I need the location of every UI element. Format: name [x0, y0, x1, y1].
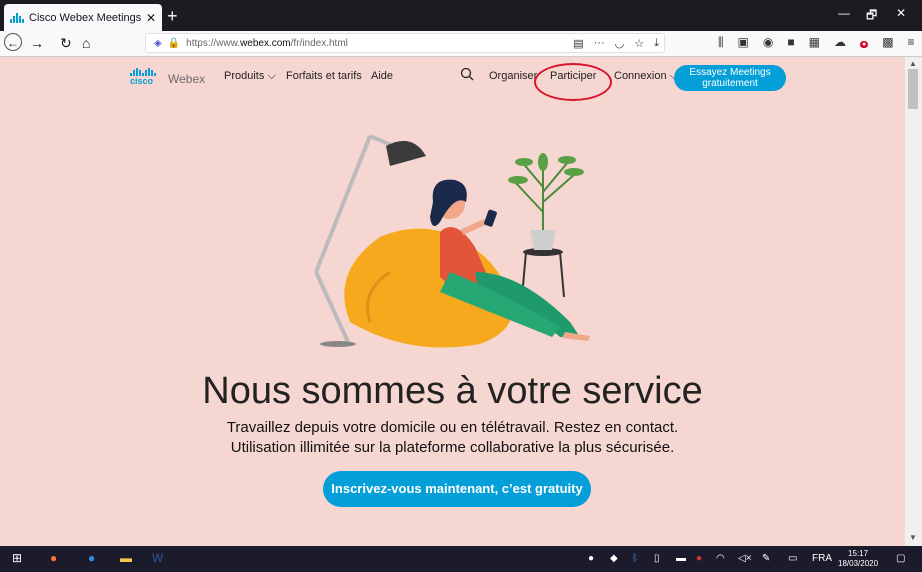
- extension-grid-icon[interactable]: ▦: [809, 35, 820, 50]
- cisco-bars-icon: [130, 68, 156, 76]
- try-meetings-button[interactable]: Essayez Meetings gratuitement: [674, 65, 786, 91]
- extension-cloud-icon[interactable]: ☁: [834, 35, 846, 50]
- adblock-icon[interactable]: ●: [859, 35, 869, 50]
- file-explorer-icon[interactable]: ▬: [120, 551, 132, 565]
- page-headline: Nous sommes à votre service: [202, 370, 703, 412]
- forward-arrow-icon[interactable]: →: [30, 34, 44, 52]
- nav-forfaits[interactable]: Forfaits et tarifs: [286, 70, 362, 82]
- nav-connexion[interactable]: Connexion ⌵: [614, 70, 678, 83]
- search-icon[interactable]: [460, 67, 474, 81]
- woman-reading-illustration: [314, 134, 590, 348]
- keyboard-icon[interactable]: ▭: [788, 553, 797, 564]
- url-domain: webex.com: [240, 37, 291, 49]
- tray-app-icon[interactable]: ●: [588, 553, 594, 564]
- account-icon[interactable]: ◉: [763, 35, 773, 50]
- tray-usb-icon[interactable]: ▯: [654, 553, 660, 564]
- scroll-down-icon[interactable]: ▼: [909, 533, 917, 542]
- pocket-icon[interactable]: ◡: [615, 37, 625, 50]
- bluetooth-icon[interactable]: ᛒ: [632, 553, 638, 564]
- webex-app-icon[interactable]: ●: [88, 551, 95, 565]
- signup-button[interactable]: Inscrivez-vous maintenant, c’est gratuit…: [323, 471, 591, 507]
- notification-icon[interactable]: ▢: [896, 553, 905, 564]
- webex-favicon-icon: [10, 12, 24, 23]
- windows-start-icon[interactable]: ⊞: [12, 551, 22, 565]
- download-icon[interactable]: ⤓: [654, 37, 659, 50]
- clock-time: 15:17: [848, 549, 869, 558]
- tray-battery-icon[interactable]: ▬: [676, 553, 686, 564]
- minimize-button[interactable]: —: [838, 6, 850, 20]
- page-actions-icon[interactable]: ···: [594, 37, 605, 49]
- webex-wordmark: Webex: [168, 72, 206, 86]
- nav-aide[interactable]: Aide: [371, 70, 393, 82]
- new-tab-button[interactable]: +: [167, 6, 178, 27]
- tab-bar: Cisco Webex Meetings | Vidéo ✕ + — 🗗 ✕: [0, 0, 922, 31]
- language-indicator[interactable]: FRA: [812, 553, 832, 564]
- back-arrow-icon[interactable]: ←: [4, 33, 22, 51]
- cisco-webex-logo[interactable]: cisco Webex: [130, 68, 205, 86]
- nav-produits[interactable]: Produits ⌵: [224, 70, 276, 83]
- extension-icon[interactable]: ■: [787, 35, 794, 50]
- scroll-thumb[interactable]: [908, 69, 918, 109]
- tab-close-icon[interactable]: ✕: [146, 11, 156, 25]
- page-scrollbar[interactable]: ▲ ▼: [905, 57, 922, 546]
- url-path: /fr/index.html: [290, 37, 348, 49]
- bookmark-star-icon[interactable]: ☆: [634, 37, 644, 50]
- browser-tab[interactable]: Cisco Webex Meetings | Vidéo ✕: [4, 4, 162, 31]
- tray-security-icon[interactable]: ◆: [610, 553, 618, 564]
- cta-line1: Essayez Meetings: [689, 67, 771, 78]
- close-window-button[interactable]: ✕: [896, 6, 906, 20]
- tab-title: Cisco Webex Meetings | Vidéo: [29, 11, 142, 24]
- word-icon[interactable]: W: [152, 551, 163, 565]
- home-icon[interactable]: ⌂: [82, 34, 90, 52]
- address-bar[interactable]: ◈ 🔒 https://www.webex.com/fr/index.html …: [145, 33, 665, 53]
- subheadline-1: Travaillez depuis votre domicile ou en t…: [226, 419, 679, 436]
- url-text: https://www.webex.com/fr/index.html: [186, 38, 568, 49]
- lock-icon[interactable]: 🔒: [168, 38, 180, 49]
- reader-view-icon[interactable]: ▤: [573, 37, 583, 50]
- volume-icon[interactable]: ◁×: [738, 553, 752, 564]
- pen-icon[interactable]: ✎: [762, 553, 770, 564]
- taskbar-clock[interactable]: 15:17 18/03/2020: [838, 549, 878, 569]
- url-prefix: https://www.: [186, 37, 241, 49]
- windows-taskbar: ⊞ ● ● ▬ W ● ◆ ᛒ ▯ ▬ ● ◠ ◁× ✎ ▭ FRA 15:17…: [0, 546, 922, 572]
- restore-button[interactable]: 🗗: [866, 6, 877, 27]
- wifi-icon[interactable]: ◠: [716, 553, 725, 564]
- annotation-circle: [534, 63, 612, 101]
- tray-antivirus-icon[interactable]: ●: [696, 553, 702, 564]
- reload-icon[interactable]: ↻: [60, 34, 72, 52]
- clock-date: 18/03/2020: [838, 559, 879, 568]
- toolbar-extensions: ⫼ ▣ ◉ ■ ▦ ☁ ● ▩ ≡: [718, 35, 915, 50]
- library-icon[interactable]: ⫼: [718, 35, 724, 50]
- firefox-icon[interactable]: ●: [50, 551, 57, 565]
- site-header: cisco Webex Produits ⌵ Forfaits et tarif…: [0, 57, 905, 101]
- scroll-up-icon[interactable]: ▲: [909, 59, 917, 68]
- menu-icon[interactable]: ≡: [908, 35, 915, 50]
- qr-icon[interactable]: ▩: [882, 35, 893, 50]
- browser-window: Cisco Webex Meetings | Vidéo ✕ + — 🗗 ✕ ←…: [0, 0, 922, 572]
- nav-organiser[interactable]: Organiser: [489, 70, 537, 82]
- cisco-wordmark: cisco: [130, 76, 154, 86]
- sidebar-icon[interactable]: ▣: [738, 35, 749, 50]
- cta-line2: gratuitement: [702, 78, 758, 89]
- tracking-shield-icon[interactable]: ◈: [154, 38, 162, 49]
- navigation-toolbar: ← → ↻ ⌂ ◈ 🔒 https://www.webex.com/fr/ind…: [0, 31, 922, 57]
- webpage: cisco Webex Produits ⌵ Forfaits et tarif…: [0, 57, 905, 546]
- subheadline-2: Utilisation illimitée sur la plateforme …: [230, 439, 675, 456]
